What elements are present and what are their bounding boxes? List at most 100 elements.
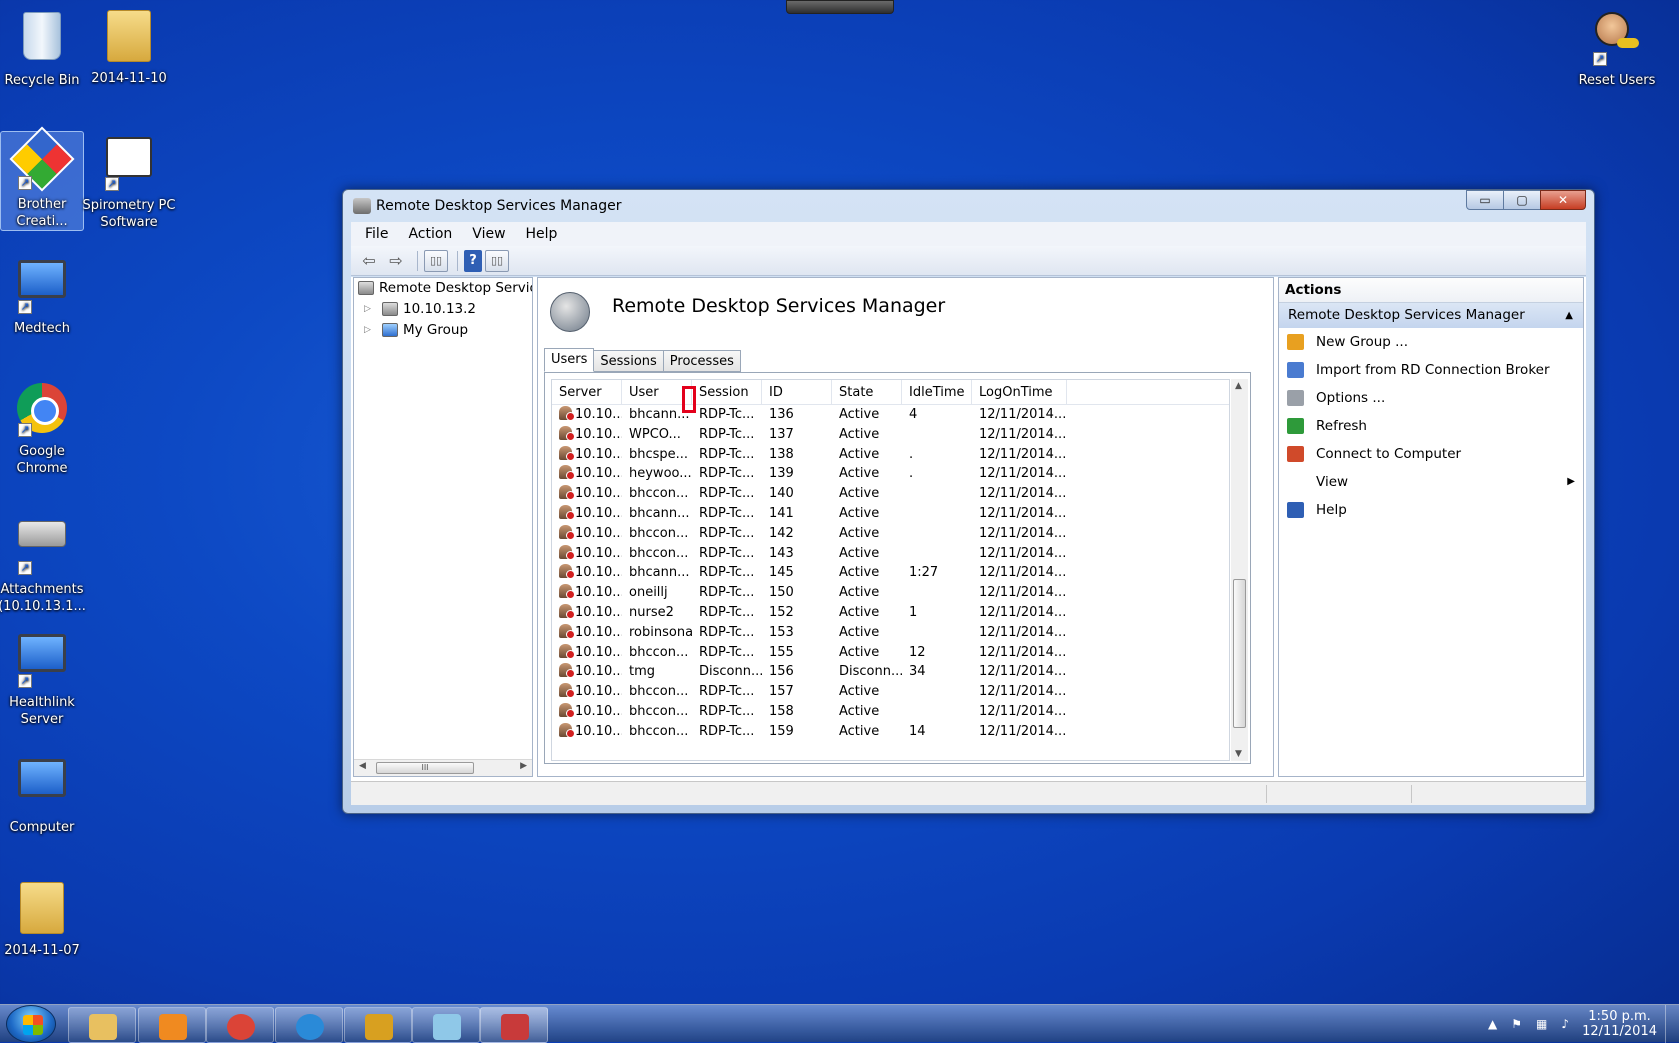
show-hide-action-pane-icon[interactable]: ▯▯ (485, 249, 509, 272)
table-row[interactable]: 10.10... bhccon... RDP-Tc... 140 Active 12/11… (552, 484, 1229, 504)
table-row[interactable]: 10.10... bhccon... RDP-Tc... 142 Active 12/11… (552, 524, 1229, 544)
tree-item-my-group[interactable]: ▷ My Group (354, 320, 532, 341)
taskbar-settings[interactable] (344, 1007, 412, 1043)
close-button[interactable]: ✕ (1540, 190, 1586, 210)
scroll-thumb[interactable] (1233, 579, 1246, 728)
desktop-icon-computer[interactable]: Computer (0, 755, 90, 836)
scroll-right-icon[interactable]: ▶ (520, 761, 527, 771)
column-idletime[interactable]: IdleTime (902, 380, 972, 404)
table-row[interactable]: 10.10... bhccon... RDP-Tc... 155 Active 12 12/… (552, 643, 1229, 663)
table-row[interactable]: 10.10... bhcann... RDP-Tc... 136 Active 4 12/1… (552, 405, 1229, 425)
table-row[interactable]: 10.10... bhccon... RDP-Tc... 143 Active 12/11… (552, 544, 1229, 564)
taskbar-notepad[interactable] (412, 1007, 480, 1043)
show-hide-console-tree-icon[interactable]: ▯▯ (424, 249, 448, 272)
table-row[interactable]: 10.10... bhccon... RDP-Tc... 157 Active 12/11… (552, 682, 1229, 702)
desktop-icon-google-chrome[interactable]: ↗ Google Chrome (0, 380, 90, 477)
help-icon[interactable]: ? (464, 249, 482, 272)
menu-help[interactable]: Help (516, 226, 568, 242)
column-server[interactable]: Server (552, 380, 622, 404)
table-row[interactable]: 10.10... bhccon... RDP-Tc... 158 Active 12/11… (552, 702, 1229, 722)
table-row[interactable]: 10.10... bhcann... RDP-Tc... 141 Active 12/11… (552, 504, 1229, 524)
volume-icon[interactable]: ♪ (1561, 1017, 1569, 1031)
action-import-from-rd-connection-broker[interactable]: Import from RD Connection Broker (1279, 356, 1583, 384)
expand-arrow-icon[interactable]: ▷ (364, 320, 371, 341)
column-state[interactable]: State (832, 380, 902, 404)
gear-icon (365, 1014, 393, 1040)
action-options[interactable]: Options ... (1279, 384, 1583, 412)
cell-user: nurse2 (629, 604, 674, 620)
network-icon[interactable]: ▦ (1536, 1017, 1547, 1031)
desktop-icon-folder-2014-11-10[interactable]: 2014-11-10 (81, 8, 177, 87)
table-row[interactable]: 10.10... bhcann... RDP-Tc... 145 Active 1:27 1… (552, 563, 1229, 583)
taskbar-media-player[interactable] (138, 1007, 206, 1043)
menu-action[interactable]: Action (398, 226, 462, 242)
column-resize-highlight[interactable] (682, 386, 696, 413)
taskbar-explorer[interactable] (68, 1007, 136, 1043)
menu-file[interactable]: File (355, 226, 398, 242)
desktop-icon-medtech[interactable]: ↗ Medtech (0, 256, 90, 337)
action-new-group[interactable]: New Group ... (1279, 328, 1583, 356)
tab-users[interactable]: Users (544, 348, 595, 372)
table-row[interactable]: 10.10... heywoo... RDP-Tc... 139 Active. 12/1… (552, 464, 1229, 484)
minimize-button[interactable]: ▭ (1466, 190, 1504, 210)
cell-session: RDP-Tc... (699, 585, 755, 601)
collapse-caret-icon[interactable]: ▲ (1565, 303, 1573, 328)
action-refresh[interactable]: Refresh (1279, 412, 1583, 440)
show-desktop-button[interactable] (1665, 1005, 1679, 1043)
column-logontime[interactable]: LogOnTime (972, 380, 1067, 404)
scroll-down-icon[interactable]: ▼ (1235, 749, 1242, 759)
action-connect-to-computer[interactable]: Connect to Computer (1279, 440, 1583, 468)
forward-arrow-icon[interactable]: ⇨ (384, 250, 408, 272)
desktop-icon-recycle-bin[interactable]: Recycle Bin (0, 8, 90, 89)
expand-arrow-icon[interactable]: ▷ (364, 299, 371, 320)
table-row[interactable]: 10.10... bhcspe... RDP-Tc... 138 Active. 12/1… (552, 445, 1229, 465)
taskbar: ▲ ⚑ ▦ ♪ 1:50 p.m. 12/11/2014 (0, 1004, 1679, 1043)
scroll-up-icon[interactable]: ▲ (1235, 381, 1242, 391)
start-button[interactable] (6, 1005, 56, 1043)
title-bar[interactable]: Remote Desktop Services Manager ▭ ▢ ✕ (343, 190, 1594, 222)
table-row[interactable]: 10.10... robinsona RDP-Tc... 153 Active 12/11… (552, 623, 1229, 643)
tray-overflow-icon[interactable]: ▲ (1488, 1017, 1497, 1031)
desktop-icon-brother[interactable]: ↗ Brother Creati... (0, 126, 84, 231)
action-center-icon[interactable]: ⚑ (1511, 1017, 1522, 1031)
table-row[interactable]: 10.10... WPCO... RDP-Tc... 137 Active 12/11/2… (552, 425, 1229, 445)
table-row[interactable]: 10.10... nurse2 RDP-Tc... 152 Active 1 12/11/2… (552, 603, 1229, 623)
cell-id: 136 (769, 407, 794, 422)
list-vertical-scrollbar[interactable]: ▲ ▼ (1231, 379, 1248, 761)
taskbar-toolbox[interactable] (480, 1007, 548, 1043)
cell-server: 10.10... (552, 524, 622, 544)
tree-item-server[interactable]: ▷ 10.10.13.2 (354, 299, 532, 320)
tree-item-root[interactable]: Remote Desktop Services Manager (354, 278, 532, 299)
cell-idletime: 34 (909, 664, 926, 680)
maximize-button[interactable]: ▢ (1503, 190, 1541, 210)
desktop-icon-folder-2014-11-07[interactable]: 2014-11-07 (0, 880, 90, 959)
action-view[interactable]: View ▶ (1279, 468, 1583, 496)
table-row[interactable]: 10.10... tmg Disconn... 156 Disconn... 34 12/1… (552, 662, 1229, 682)
remote-session-bar[interactable] (786, 0, 894, 14)
cell-server: 10.10... (552, 464, 622, 484)
back-arrow-icon[interactable]: ⇦ (357, 250, 381, 272)
scroll-left-icon[interactable]: ◀ (359, 761, 366, 771)
desktop-icon-attachments[interactable]: ↗ Attachments (10.10.13.1... (0, 505, 90, 615)
table-row[interactable]: 10.10... oneillj RDP-Tc... 150 Active 12/11/2… (552, 583, 1229, 603)
taskbar-internet-explorer[interactable] (275, 1007, 343, 1043)
cell-idletime (902, 702, 972, 722)
clock[interactable]: 1:50 p.m. 12/11/2014 (1582, 1009, 1657, 1039)
column-id[interactable]: ID (762, 380, 832, 404)
actions-section-rdsm[interactable]: Remote Desktop Services Manager ▲ (1279, 303, 1583, 328)
menu-view[interactable]: View (462, 226, 515, 242)
actions-pane: Actions Remote Desktop Services Manager … (1278, 277, 1584, 777)
taskbar-chrome[interactable] (206, 1007, 274, 1043)
clock-date: 12/11/2014 (1582, 1024, 1657, 1039)
action-help[interactable]: Help (1279, 496, 1583, 524)
tab-sessions[interactable]: Sessions (593, 350, 664, 372)
tree-horizontal-scrollbar[interactable]: ◀ III ▶ (354, 759, 532, 776)
desktop-icon-spirometry[interactable]: ↗ Spirometry PC Software (81, 131, 177, 231)
desktop-icon-reset-users[interactable]: ↗ Reset Users (1569, 8, 1665, 89)
table-row[interactable]: 10.10... bhccon... RDP-Tc... 159 Active 14 12/… (552, 722, 1229, 742)
column-session[interactable]: Session (692, 380, 762, 404)
desktop-icon-healthlink-server[interactable]: ↗ Healthlink Server (0, 630, 90, 728)
scroll-thumb[interactable]: III (376, 762, 474, 774)
tab-processes[interactable]: Processes (662, 350, 741, 372)
user-session-icon (559, 485, 575, 501)
